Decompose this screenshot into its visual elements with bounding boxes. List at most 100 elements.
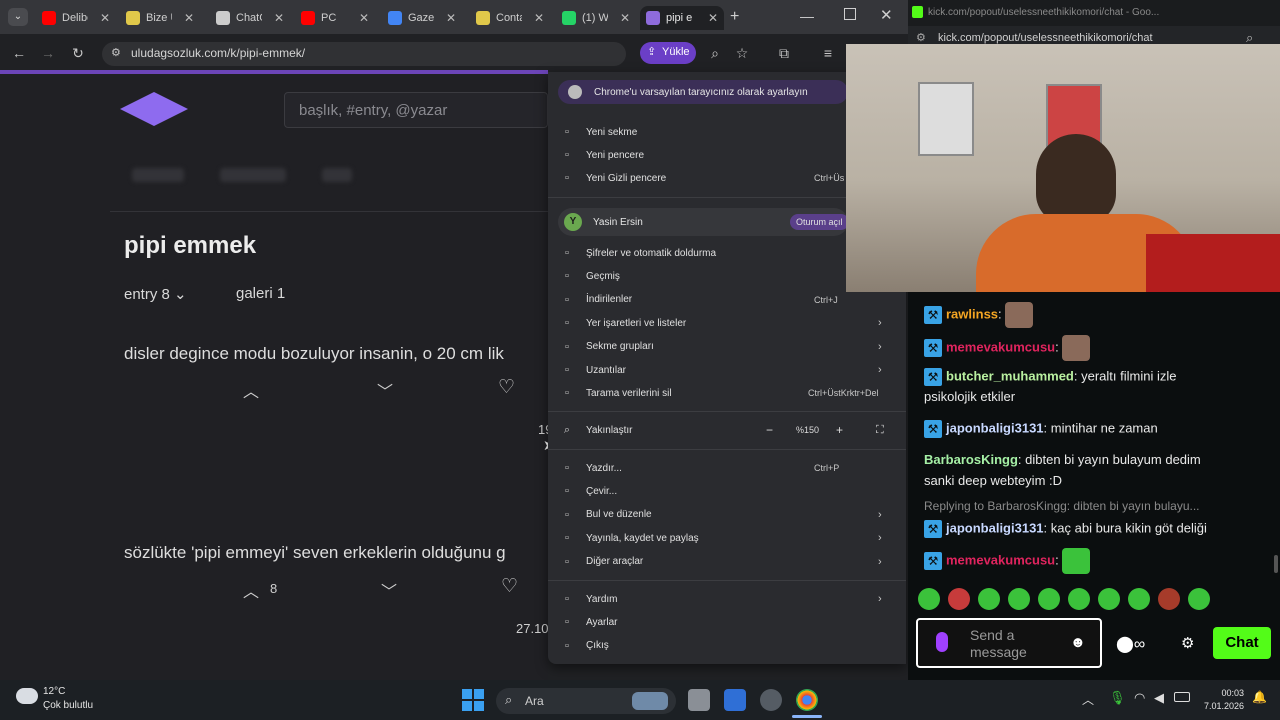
menu-item[interactable]: ▫ Sekme grupları › [560, 336, 890, 358]
browser-tab[interactable]: Delibe ✕ [36, 6, 116, 30]
chat-input[interactable]: Send a message ☻ [916, 618, 1102, 668]
menu-item[interactable]: ▫ Yayınla, kaydet ve paylaş › [560, 527, 890, 549]
chat-username[interactable]: rawlinss [946, 306, 998, 321]
kicks-icon[interactable]: ⬤∞ [1116, 634, 1145, 654]
wifi-icon[interactable]: ◠ [1134, 690, 1145, 706]
upvote-icon[interactable]: ︿ [243, 578, 259, 602]
reply-reference[interactable]: Replying to BarbarosKingg: dibten bi yay… [924, 499, 1200, 513]
back-icon[interactable]: ← [11, 45, 27, 61]
forward-icon[interactable]: → [40, 45, 56, 61]
volume-icon[interactable]: ◀ [1154, 690, 1164, 706]
chat-message[interactable]: BarbarosKingg: dibten bi yayın bulayum d… [924, 452, 1201, 467]
menu-item[interactable]: ▫ Ayarlar [560, 611, 890, 633]
zoom-icon[interactable]: ⌕ [707, 45, 723, 61]
microphone-icon[interactable] [936, 632, 948, 652]
chat-username[interactable]: BarbarosKingg [924, 452, 1018, 467]
emote-quick-icon[interactable] [948, 588, 970, 610]
maximize-button[interactable] [844, 8, 856, 20]
nav-blurred-1[interactable] [132, 168, 184, 182]
tab-close-icon[interactable]: ✕ [620, 11, 630, 25]
menu-item[interactable]: ▫ Yazdır... Ctrl+P [560, 457, 890, 479]
chat-scrollbar[interactable] [1274, 555, 1278, 573]
nav-blurred-3[interactable] [322, 168, 352, 182]
chat-message[interactable]: ⚒ butcher_muhammed: yeraltı filmini izle [924, 368, 1176, 386]
emote-quick-icon[interactable] [978, 588, 1000, 610]
entry-count-dropdown[interactable]: entry 8 ⌄ [124, 285, 187, 303]
chat-message[interactable]: ⚒ rawlinss: [924, 302, 1034, 328]
emote-quick-icon[interactable] [918, 588, 940, 610]
tab-close-icon[interactable]: ✕ [446, 11, 456, 25]
notification-bell-icon[interactable]: 🔔 [1252, 690, 1267, 704]
menu-item[interactable]: ▫ Bul ve düzenle › [560, 504, 890, 526]
tab-close-icon[interactable]: ✕ [100, 11, 110, 25]
browser-tab[interactable]: ChatG ✕ [210, 6, 290, 30]
chat-username[interactable]: memevakumcusu [946, 339, 1055, 354]
chat-username[interactable]: butcher_muhammed [946, 368, 1074, 383]
task-view-icon[interactable] [688, 689, 710, 711]
site-search-input[interactable]: başlık, #entry, @yazar [284, 92, 548, 128]
weather-description[interactable]: Çok bulutlu [43, 700, 93, 711]
emote-quick-icon[interactable] [1068, 588, 1090, 610]
weather-cloud-icon[interactable] [16, 688, 38, 704]
emoji-icon[interactable]: ☻ [1070, 634, 1086, 651]
site-logo[interactable] [120, 92, 188, 126]
menu-item[interactable]: ▫ Uzantılar › [560, 359, 890, 381]
browser-tab[interactable]: (1) Wh ✕ [556, 6, 636, 30]
chat-message[interactable]: ⚒ memevakumcusu: [924, 335, 1091, 361]
microphone-tray-icon[interactable]: 🎙 [1109, 690, 1126, 706]
taskbar-clock[interactable]: 00:03 7.01.2026 [1194, 687, 1244, 713]
menu-item[interactable]: ▫ İndirilenler Ctrl+J [560, 289, 890, 311]
address-bar[interactable]: ⚙ uludagsozluk.com/k/pipi-emmek/ [102, 42, 626, 66]
chat-username[interactable]: japonbaligi3131 [946, 520, 1044, 535]
menu-item[interactable]: ▫ Çevir... [560, 480, 890, 502]
menu-item[interactable]: ▫ Yardım › [560, 588, 890, 610]
weather-temperature[interactable]: 12°C [43, 686, 65, 697]
tab-close-icon[interactable]: ✕ [184, 11, 194, 25]
chat-send-button[interactable]: Chat [1213, 627, 1271, 659]
menu-item[interactable]: ▫ Yeni pencere [560, 144, 890, 166]
chat-message[interactable]: ⚒ japonbaligi3131: kaç abi bura kikin göt… [924, 520, 1207, 538]
site-info-icon[interactable]: ⚙ [111, 46, 121, 59]
browser-tab[interactable]: pipi e ✕ [640, 6, 724, 30]
menu-item[interactable]: ▫ Şifreler ve otomatik doldurma [560, 242, 890, 264]
downvote-icon[interactable]: ﹀ [381, 578, 397, 602]
battery-icon[interactable] [1174, 692, 1190, 702]
outlook-icon[interactable] [724, 689, 746, 711]
emote-quick-icon[interactable] [1158, 588, 1180, 610]
browser-tab[interactable]: Conta ✕ [470, 6, 550, 30]
chat-settings-gear-icon[interactable]: ⚙ [1181, 634, 1194, 652]
tab-close-icon[interactable]: ✕ [359, 11, 369, 25]
tray-chevron-icon[interactable]: ︿ [1082, 691, 1094, 708]
emote-quick-icon[interactable] [1038, 588, 1060, 610]
settings-app-icon[interactable] [760, 689, 782, 711]
emote-quick-icon[interactable] [1098, 588, 1120, 610]
menu-item[interactable]: ▫ Yer işaretleri ve listeler › [560, 312, 890, 334]
bookmark-star-icon[interactable]: ☆ [734, 45, 750, 61]
chat-username[interactable]: japonbaligi3131 [946, 420, 1044, 435]
reload-icon[interactable]: ↻ [70, 45, 86, 61]
emote-quick-icon[interactable] [1128, 588, 1150, 610]
favorite-heart-icon[interactable]: ♡ [501, 575, 518, 598]
minimize-button[interactable]: — [800, 8, 814, 24]
menu-item[interactable]: ▫ Tarama verilerini sil Ctrl+ÜstKrktr+Del [560, 382, 890, 404]
emote-quick-icon[interactable] [1188, 588, 1210, 610]
tab-close-icon[interactable]: ✕ [274, 11, 284, 25]
emote-quick-icon[interactable] [1008, 588, 1030, 610]
chat-username[interactable]: memevakumcusu [946, 552, 1055, 567]
extensions-toolbar-icon[interactable]: ⧉ [776, 45, 792, 61]
signed-out-badge[interactable]: Oturum açıl [790, 214, 849, 230]
downvote-icon[interactable]: ﹀ [377, 378, 393, 402]
chrome-taskbar-icon[interactable] [796, 689, 818, 711]
gallery-link[interactable]: galeri 1 [236, 285, 285, 302]
tab-search-button[interactable]: ⌄ [8, 8, 28, 26]
zoom-out-button[interactable]: − [766, 423, 773, 437]
taskbar-search[interactable]: ⌕ Ara [496, 688, 676, 714]
browser-tab[interactable]: PC ✕ [295, 6, 375, 30]
new-tab-button[interactable]: + [730, 8, 739, 26]
close-window-button[interactable]: ✕ [880, 6, 893, 24]
menu-item[interactable]: ▫ Çıkış [560, 635, 890, 657]
fullscreen-icon[interactable]: ⛶ [876, 424, 884, 437]
menu-item[interactable]: ▫ Diğer araçlar › [560, 551, 890, 573]
windows-start-icon[interactable] [462, 689, 484, 711]
tab-close-icon[interactable]: ✕ [708, 11, 718, 25]
